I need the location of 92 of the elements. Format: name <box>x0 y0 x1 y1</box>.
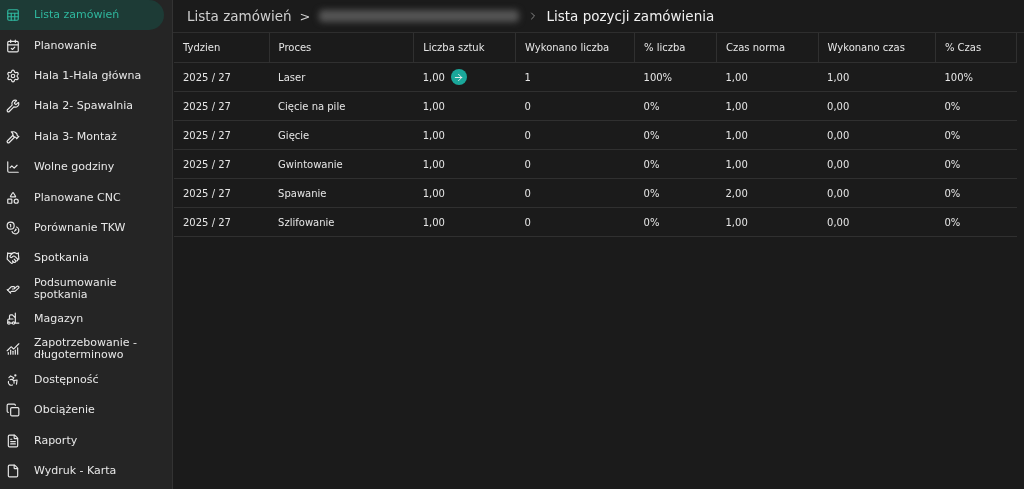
column-header: Wykonano czas <box>818 33 936 63</box>
line-chart-icon <box>6 160 20 175</box>
table-cell: 0 <box>524 100 531 112</box>
table-cell: 0 <box>524 158 531 170</box>
column-header: Czas norma <box>716 33 819 63</box>
sidebar-item[interactable]: Hala 2- Spawalnia <box>0 91 172 122</box>
hammer-icon <box>6 129 20 144</box>
forklift-icon <box>6 312 20 327</box>
table-cell: Gięcie <box>278 129 310 141</box>
sidebar-item[interactable]: Wydruk - Karta <box>0 455 172 487</box>
sidebar-item[interactable]: Raporty <box>0 425 172 456</box>
table-cell: 1,00 <box>725 158 748 170</box>
sidebar-item[interactable]: Planowanie <box>0 30 172 61</box>
table-cell: 0% <box>643 100 660 112</box>
column-header: % liczba <box>634 33 717 63</box>
breadcrumb-link[interactable]: Lista zamówień <box>187 8 292 24</box>
table-icon <box>6 8 20 23</box>
shapes-icon <box>6 190 20 205</box>
documents-icon <box>6 403 20 418</box>
calendar-icon <box>6 38 20 53</box>
table-cell: 2025 / 27 <box>183 100 231 112</box>
table-cell: 1,00 <box>422 187 445 199</box>
table-cell: 2025 / 27 <box>183 71 231 83</box>
sidebar-item[interactable]: Lista zamówień <box>0 0 164 31</box>
file-icon <box>6 464 20 479</box>
table-cell: Laser <box>278 71 306 83</box>
arrow-icon <box>453 71 465 83</box>
wrench-icon <box>6 99 20 114</box>
sidebar-item[interactable]: Planowane CNC <box>0 182 172 213</box>
column-header: Liczba sztuk <box>413 33 516 63</box>
table-cell: 0% <box>643 216 660 228</box>
table-cell: 1,00 <box>725 216 748 228</box>
sidebar-item[interactable]: Obciążenie <box>0 395 172 426</box>
table-cell: 100% <box>643 71 673 83</box>
table-cell: 0,00 <box>827 187 850 199</box>
table-cell: 1,00 <box>725 71 748 83</box>
table-cell: 0% <box>944 216 961 228</box>
page-title: Lista pozycji zamówienia <box>546 8 715 24</box>
table-cell: 2025 / 27 <box>183 129 231 141</box>
table-cell: 0 <box>524 216 531 228</box>
column-header: Tydzien <box>174 33 270 63</box>
table-cell: Spawanie <box>278 187 327 199</box>
column-header: Wykonano liczba <box>515 33 635 63</box>
breadcrumb-separator: > <box>299 8 311 24</box>
table-cell: 0,00 <box>827 216 850 228</box>
table-cell: 1,00 <box>422 71 445 83</box>
column-header: % Czas <box>935 33 1017 63</box>
sidebar-item[interactable]: Wolne godziny <box>0 151 172 183</box>
table-cell: 0% <box>944 129 961 141</box>
accessibility-icon <box>6 372 20 387</box>
bar-chart-icon <box>6 342 20 357</box>
table-cell: 2025 / 27 <box>183 216 231 228</box>
table-cell: 1,00 <box>422 158 445 170</box>
table-cell: 1,00 <box>422 100 445 112</box>
table-cell: 100% <box>944 71 973 83</box>
table-cell: 0% <box>944 100 961 112</box>
table-cell: 1,00 <box>827 71 850 83</box>
sidebar-item[interactable]: Hala 3- Montaż <box>0 121 172 152</box>
table-cell: 0% <box>643 129 660 141</box>
sidebar-item[interactable]: Zapotrzebowanie - długoterminowo <box>0 334 172 365</box>
table-cell: 0 <box>524 187 531 199</box>
table-cell: Szlifowanie <box>278 216 335 228</box>
table-cell: 0,00 <box>827 129 850 141</box>
sidebar-item[interactable]: Podsumowanie spotkania <box>0 273 172 304</box>
table-cell: 2,00 <box>725 187 748 199</box>
handshake-icon <box>6 251 20 266</box>
table-cell: 0% <box>643 158 660 170</box>
table-cell: 0 <box>524 129 531 141</box>
document-icon <box>6 433 20 448</box>
table-cell: 2025 / 27 <box>183 187 231 199</box>
table-cell: Cięcie na pile <box>278 100 346 112</box>
table-cell: 0,00 <box>827 100 850 112</box>
table-cell: 0,00 <box>827 158 850 170</box>
table-cell: Gwintowanie <box>278 158 343 170</box>
sidebar-item[interactable]: Spotkania <box>0 243 172 274</box>
table-cell: 1,00 <box>422 216 445 228</box>
table-cell: 1 <box>524 71 531 83</box>
sidebar-item[interactable]: Magazyn <box>0 303 172 335</box>
table-cell: 1,00 <box>422 129 445 141</box>
coins-icon <box>6 220 20 235</box>
sidebar-item[interactable]: Hala 1-Hala główna <box>0 60 172 92</box>
table-cell: 2025 / 27 <box>183 158 231 170</box>
sidebar-item[interactable]: Dostępność <box>0 364 172 396</box>
table-cell: 0% <box>643 187 660 199</box>
arrow-button[interactable] <box>450 69 467 85</box>
table-cell: 1,00 <box>725 129 748 141</box>
table-cell: 0% <box>944 158 961 170</box>
sidebar-item[interactable]: Porównanie TKW <box>0 212 172 244</box>
settings-icon <box>6 68 20 83</box>
table-cell: 1,00 <box>725 100 748 112</box>
column-header: Proces <box>269 33 414 63</box>
table-cell: 0% <box>944 187 961 199</box>
